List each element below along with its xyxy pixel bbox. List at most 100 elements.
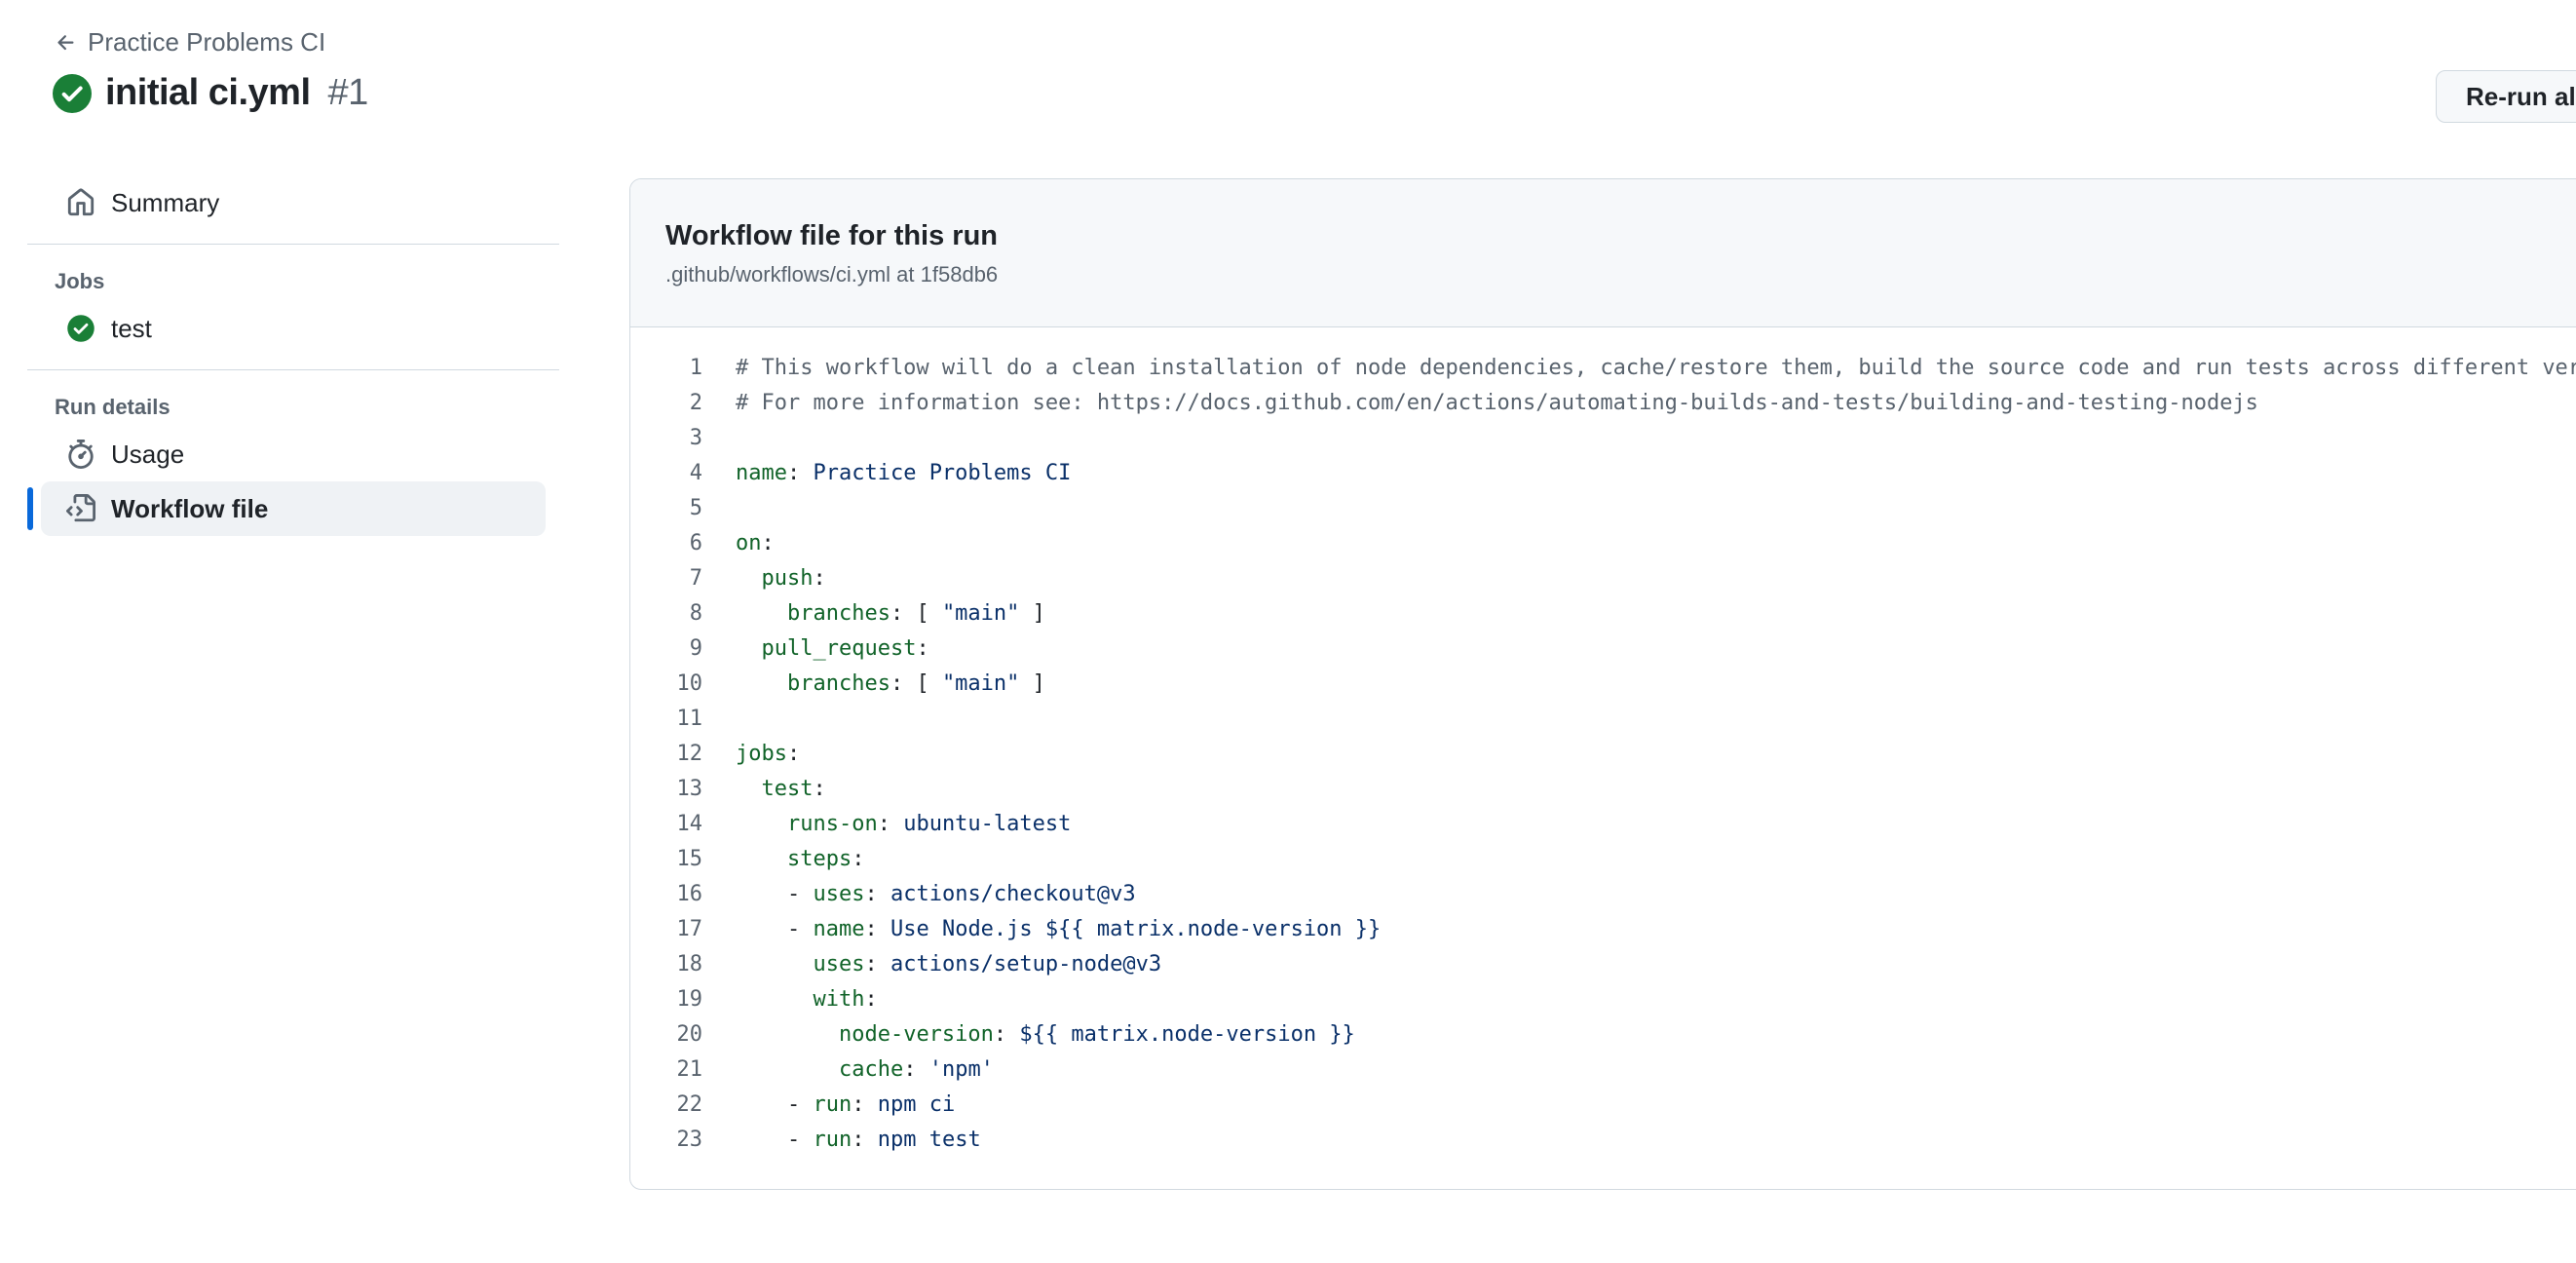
line-number[interactable]: 18 (630, 947, 703, 982)
code-line: 1 # This workflow will do a clean install… (630, 351, 2576, 386)
line-content: runs-on: ubuntu-latest (702, 807, 1071, 842)
code-token-key: pull_request (761, 636, 917, 661)
back-link[interactable]: Practice Problems CI (55, 27, 325, 57)
line-content: on: (702, 526, 775, 561)
code-line: 14 runs-on: ubuntu-latest (630, 807, 2576, 842)
code-token-punct: - (736, 917, 814, 941)
code-token-key: branches (786, 671, 890, 696)
code-token-punct: : (852, 847, 865, 871)
arrow-left-icon (57, 34, 74, 50)
code-token-punct: - (736, 1128, 814, 1152)
code-token-punct: : (877, 812, 904, 836)
code-token-punct: : (813, 566, 826, 591)
line-content: branches: [ "main" ] (702, 667, 1045, 702)
line-number[interactable]: 15 (630, 842, 703, 877)
line-number[interactable]: 9 (630, 632, 702, 667)
workflow-run-page: Practice Problems CI initial ci.yml #1 R… (0, 0, 2576, 1263)
line-number[interactable]: 20 (630, 1017, 703, 1052)
code-token-punct (736, 847, 787, 871)
sidebar-item-workflow-file[interactable]: Workflow file (27, 481, 546, 536)
line-number[interactable]: 5 (630, 491, 702, 526)
code-token-punct: : (864, 882, 890, 906)
line-content: test: (702, 772, 826, 807)
line-number[interactable]: 22 (630, 1088, 703, 1123)
code-line: 4 name: Practice Problems CI (630, 456, 2576, 491)
line-number[interactable]: 3 (630, 421, 702, 456)
code-token-key: with (813, 987, 865, 1012)
line-number[interactable]: 7 (630, 561, 702, 596)
line-number[interactable]: 11 (630, 702, 703, 737)
code-token-punct: : (864, 987, 878, 1012)
code-line: 10 branches: [ "main" ] (630, 667, 2576, 702)
sidebar-item-usage[interactable]: Usage (41, 427, 546, 481)
panel-header: Workflow file for this run .github/workf… (630, 179, 2576, 327)
sidebar-divider (27, 244, 559, 245)
panel-subtitle: .github/workflows/ci.yml at 1f58db6 (665, 262, 999, 287)
code-token-punct: : (903, 1057, 929, 1082)
panel-title: Workflow file for this run (665, 220, 999, 251)
run-number: #1 (327, 72, 369, 113)
line-content: - uses: actions/checkout@v3 (702, 877, 1136, 912)
code-token-punct (736, 636, 762, 661)
code-line: 8 branches: [ "main" ] (630, 596, 2576, 632)
line-number[interactable]: 4 (630, 456, 702, 491)
code-line: 11 (630, 702, 2576, 737)
line-number[interactable]: 2 (630, 386, 702, 421)
code-token-punct: : (864, 917, 890, 941)
code-line: 18 uses: actions/setup-node@v3 (630, 947, 2576, 982)
code-token-val: npm test (877, 1128, 981, 1152)
code-token-val: 'npm' (928, 1057, 994, 1082)
sidebar-item-job-test[interactable]: test (41, 301, 546, 356)
line-number[interactable]: 14 (630, 807, 703, 842)
code-line: 7 push: (630, 561, 2576, 596)
line-number[interactable]: 13 (630, 772, 703, 807)
code-token-val: actions/checkout@v3 (890, 882, 1136, 906)
run-details-heading: Run details (55, 395, 170, 419)
line-number[interactable]: 16 (630, 877, 703, 912)
run-title: initial ci.yml (105, 72, 311, 113)
code-token-punct: : [ (890, 601, 942, 626)
code-token-key: uses (813, 952, 865, 976)
sidebar-item-label: Usage (111, 439, 185, 469)
line-number[interactable]: 17 (630, 912, 703, 947)
code-line: 15 steps: (630, 842, 2576, 877)
code-token-punct: : (852, 1128, 878, 1152)
line-content: - name: Use Node.js ${{ matrix.node-vers… (702, 912, 1381, 947)
code-token-key: test (761, 777, 814, 801)
line-content: name: Practice Problems CI (702, 456, 1071, 491)
code-token-key: jobs (736, 742, 787, 766)
line-number[interactable]: 23 (630, 1123, 703, 1158)
line-number[interactable]: 19 (630, 982, 703, 1017)
code-token-punct: - (736, 882, 814, 906)
code-token-val: ubuntu-latest (903, 812, 1072, 836)
code-token-key: name (736, 461, 787, 485)
rerun-all-jobs-button[interactable]: Re-run all jobs (2436, 70, 2576, 123)
code-line: 19 with: (630, 982, 2576, 1017)
code-token-key: uses (813, 882, 865, 906)
code-token-val: actions/setup-node@v3 (890, 952, 1162, 976)
code-token-key: on (736, 531, 762, 555)
jobs-heading: Jobs (55, 269, 105, 293)
code-token-val: "main" (941, 601, 1020, 626)
home-icon (67, 188, 95, 216)
code-token-punct: - (736, 1092, 814, 1117)
workflow-file-panel: Workflow file for this run .github/workf… (629, 178, 2576, 1190)
stopwatch-icon (68, 440, 94, 469)
line-content (702, 702, 736, 737)
line-content (702, 421, 736, 456)
code-token-val: Use Node.js ${{ matrix.node-version }} (890, 917, 1382, 941)
code-line: 20 node-version: ${{ matrix.node-version… (630, 1017, 2576, 1052)
code-token-key: name (813, 917, 865, 941)
line-number[interactable]: 8 (630, 596, 702, 632)
code-token-val: npm ci (877, 1092, 956, 1117)
line-content: jobs: (702, 737, 800, 772)
line-number[interactable]: 21 (630, 1052, 703, 1088)
code-token-punct (736, 987, 813, 1012)
code-token-punct (736, 812, 787, 836)
line-number[interactable]: 1 (630, 351, 702, 386)
code-line: 13 test: (630, 772, 2576, 807)
line-number[interactable]: 12 (630, 737, 703, 772)
line-number[interactable]: 6 (630, 526, 702, 561)
line-number[interactable]: 10 (630, 667, 703, 702)
sidebar-item-summary[interactable]: Summary (41, 175, 546, 230)
